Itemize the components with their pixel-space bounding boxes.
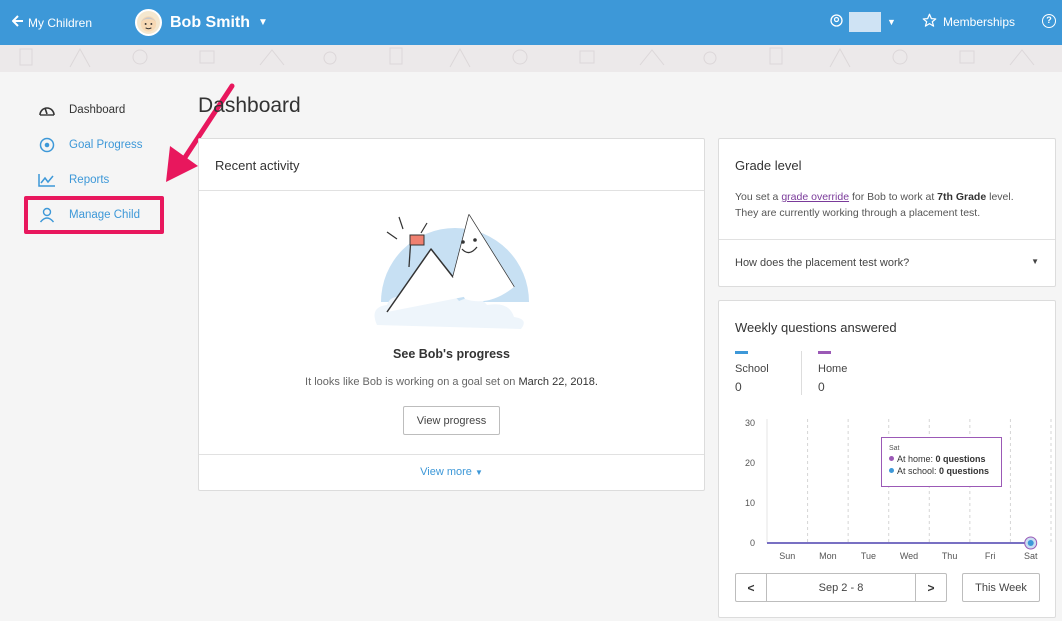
goal-date: March 22, 2018. [518,376,598,388]
x-tick-label: Wed [900,551,918,561]
y-tick-label: 20 [745,458,755,468]
legend-home: Home 0 [818,351,884,395]
sidebar-item-goal-progress[interactable]: Goal Progress [28,127,168,162]
week-range: Sep 2 - 8 [766,574,916,601]
view-more-link[interactable]: View more ▼ [199,454,704,491]
grade-level-card: Grade level You set a grade override for… [718,138,1056,287]
chart-legend: School 0 Home 0 [735,351,884,395]
chart-tooltip: Sat At home: 0 questions At school: 0 qu… [881,437,1002,487]
progress-description: It looks like Bob is working on a goal s… [305,376,598,388]
caret-down-icon: ▼ [1031,257,1039,266]
weekly-chart: 0 10 20 30 Sun Mon Tue Wed Thu Fri Sat [745,418,1052,561]
account-name-redacted [849,12,881,32]
week-pager: < Sep 2 - 8 > [735,573,947,602]
card-title: Recent activity [199,139,704,191]
recent-activity-card: Recent activity See Bob's progress It lo… [198,138,705,491]
highlight-point-center [1027,540,1034,546]
grade-override-link[interactable]: grade override [781,191,849,203]
x-tick-label: Mon [819,551,837,561]
account-menu[interactable]: ▼ [830,12,896,32]
sidebar-item-dashboard[interactable]: Dashboard [28,92,168,127]
x-tick-label: Tue [861,551,876,561]
x-tick-label: Fri [985,551,996,561]
child-avatar [135,9,162,36]
this-week-button[interactable]: This Week [962,573,1040,602]
y-tick-label: 10 [745,498,755,508]
sidebar-item-label: Manage Child [69,208,140,221]
x-tick-label: Sun [779,551,795,561]
child-selector[interactable]: Bob Smith ▼ [135,9,268,36]
help-icon[interactable]: ? [1042,14,1056,28]
target-icon [38,136,56,154]
chevron-down-icon: ▼ [887,17,896,27]
sidebar-nav: Dashboard Goal Progress Reports Manage C… [24,92,168,234]
prev-week-button[interactable]: < [736,574,766,601]
user-circle-icon [830,14,843,30]
memberships-link[interactable]: Memberships [922,13,1015,31]
x-tick-label: Sat [1024,551,1038,561]
speedometer-icon [38,101,56,119]
view-progress-button[interactable]: View progress [403,406,500,435]
grade-level-text: You set a grade override for Bob to work… [735,191,1014,219]
star-icon [922,13,937,31]
card-title: Grade level [735,158,802,173]
page-title: Dashboard [198,94,301,117]
top-bar: My Children Bob Smith ▼ ▼ Memberships ? [0,0,1062,45]
chevron-down-icon: ▼ [258,17,268,28]
next-week-button[interactable]: > [916,574,946,601]
chart-icon [38,171,56,189]
back-to-children-link[interactable]: My Children [11,15,93,30]
school-count: 0 [735,380,742,394]
placement-test-faq[interactable]: How does the placement test work? ▼ [719,239,1055,287]
legend-school: School 0 [735,351,801,395]
caret-down-icon: ▼ [474,468,483,477]
weekly-questions-card: Weekly questions answered School 0 Home … [718,300,1056,618]
decorative-banner [0,45,1062,72]
memberships-label: Memberships [943,15,1016,29]
back-label: My Children [28,15,93,30]
sidebar-item-manage-child[interactable]: Manage Child [28,197,168,232]
x-tick-label: Thu [942,551,958,561]
arrow-left-icon [11,15,24,30]
sidebar-item-label: Reports [69,173,110,186]
person-icon [38,206,56,224]
sidebar-item-label: Goal Progress [69,138,143,151]
progress-heading: See Bob's progress [393,347,510,361]
faq-label: How does the placement test work? [735,257,910,269]
sidebar-item-label: Dashboard [69,103,126,116]
child-name: Bob Smith [170,13,250,31]
mountain-illustration [369,207,534,335]
home-count: 0 [818,380,825,394]
sidebar-item-reports[interactable]: Reports [28,162,168,197]
card-title: Weekly questions answered [735,320,897,335]
y-tick-label: 30 [745,418,755,428]
y-tick-label: 0 [750,538,755,548]
